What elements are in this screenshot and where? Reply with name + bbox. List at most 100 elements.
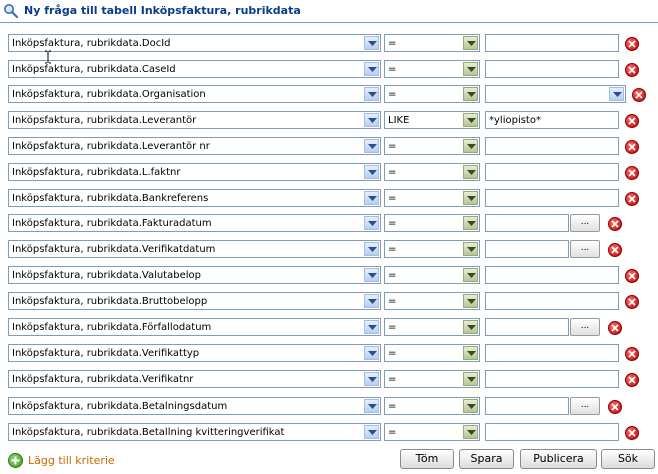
operator-select[interactable]: = [384,137,480,155]
chevron-down-icon[interactable] [463,191,478,205]
chevron-down-icon[interactable] [463,425,478,439]
field-select[interactable]: Inköpsfaktura, rubrikdata.Bankreferens [8,189,381,207]
chevron-down-icon[interactable] [364,399,379,413]
field-select[interactable]: Inköpsfaktura, rubrikdata.Verifikatnr [8,370,381,388]
chevron-down-icon[interactable] [463,62,478,76]
clear-button[interactable]: Töm [400,449,454,469]
publish-button[interactable]: Publicera [520,449,597,469]
operator-select[interactable]: = [384,397,480,415]
chevron-down-icon[interactable] [364,242,379,256]
chevron-down-icon[interactable] [463,399,478,413]
delete-icon[interactable] [625,269,639,283]
chevron-down-icon[interactable] [364,216,379,230]
date-picker-button[interactable]: ... [570,240,600,258]
operator-select[interactable]: = [384,318,480,336]
value-input[interactable] [485,34,619,52]
chevron-down-icon[interactable] [463,113,478,127]
save-button[interactable]: Spara [459,449,514,469]
field-select[interactable]: Inköpsfaktura, rubrikdata.Leverantör nr [8,137,381,155]
value-input[interactable]: *yliopisto* [485,111,619,129]
value-input[interactable] [485,292,619,310]
chevron-down-icon[interactable] [364,36,379,50]
delete-icon[interactable] [625,192,639,206]
add-criteria-label[interactable]: Lägg till kriterie [28,454,115,467]
field-select[interactable]: Inköpsfaktura, rubrikdata.L.faktnr [8,163,381,181]
chevron-down-icon[interactable] [364,372,379,386]
value-input[interactable] [485,60,619,78]
chevron-down-icon[interactable] [364,87,379,101]
date-picker-button[interactable]: ... [570,214,600,232]
value-input[interactable] [485,189,619,207]
add-icon[interactable] [8,453,23,468]
chevron-down-icon[interactable] [364,191,379,205]
delete-icon[interactable] [625,114,639,128]
chevron-down-icon[interactable] [463,320,478,334]
value-input[interactable] [485,344,619,362]
field-select[interactable]: Inköpsfaktura, rubrikdata.Betalningsdatu… [8,397,381,415]
chevron-down-icon[interactable] [364,320,379,334]
delete-icon[interactable] [608,400,622,414]
field-select[interactable]: Inköpsfaktura, rubrikdata.Verifikattyp [8,344,381,362]
delete-icon[interactable] [625,140,639,154]
operator-select[interactable]: = [384,266,480,284]
chevron-down-icon[interactable] [463,268,478,282]
chevron-down-icon[interactable] [364,294,379,308]
date-input[interactable] [485,240,569,258]
date-picker-button[interactable]: ... [570,318,600,336]
search-button[interactable]: Sök [601,449,655,469]
value-input[interactable] [485,266,619,284]
chevron-down-icon[interactable] [463,165,478,179]
value-input[interactable] [485,163,619,181]
delete-icon[interactable] [625,37,639,51]
chevron-down-icon[interactable] [364,139,379,153]
delete-icon[interactable] [632,88,646,102]
operator-select[interactable]: = [384,370,480,388]
field-select[interactable]: Inköpsfaktura, rubrikdata.Förfallodatum [8,318,381,336]
field-select[interactable]: Inköpsfaktura, rubrikdata.DocId [8,34,381,52]
operator-select[interactable]: = [384,60,480,78]
field-select[interactable]: Inköpsfaktura, rubrikdata.Organisation [8,85,381,103]
chevron-down-icon[interactable] [463,87,478,101]
date-input[interactable] [485,318,569,336]
field-select[interactable]: Inköpsfaktura, rubrikdata.Verifikatdatum [8,240,381,258]
chevron-down-icon[interactable] [463,139,478,153]
chevron-down-icon[interactable] [463,242,478,256]
operator-select[interactable]: = [384,240,480,258]
delete-icon[interactable] [625,373,639,387]
delete-icon[interactable] [608,243,622,257]
chevron-down-icon[interactable] [463,36,478,50]
operator-select[interactable]: = [384,214,480,232]
value-input[interactable] [485,423,619,441]
operator-select[interactable]: = [384,85,480,103]
date-input[interactable] [485,214,569,232]
chevron-down-icon[interactable] [364,268,379,282]
value-select[interactable] [485,85,626,103]
field-select[interactable]: Inköpsfaktura, rubrikdata.Leverantör [8,111,381,129]
field-select[interactable]: Inköpsfaktura, rubrikdata.Fakturadatum [8,214,381,232]
delete-icon[interactable] [608,321,622,335]
chevron-down-icon[interactable] [364,346,379,360]
chevron-down-icon[interactable] [364,113,379,127]
operator-select[interactable]: = [384,163,480,181]
field-select[interactable]: Inköpsfaktura, rubrikdata.Bruttobelopp [8,292,381,310]
chevron-down-icon[interactable] [609,87,624,101]
operator-select[interactable]: = [384,292,480,310]
chevron-down-icon[interactable] [364,425,379,439]
field-select[interactable]: Inköpsfaktura, rubrikdata.Betallning kvi… [8,423,381,441]
delete-icon[interactable] [608,217,622,231]
date-input[interactable] [485,397,569,415]
delete-icon[interactable] [625,426,639,440]
chevron-down-icon[interactable] [364,165,379,179]
operator-select[interactable]: = [384,34,480,52]
chevron-down-icon[interactable] [463,346,478,360]
date-picker-button[interactable]: ... [570,397,600,415]
operator-select[interactable]: = [384,344,480,362]
field-select[interactable]: Inköpsfaktura, rubrikdata.CaseId [8,60,381,78]
delete-icon[interactable] [625,166,639,180]
chevron-down-icon[interactable] [463,372,478,386]
delete-icon[interactable] [625,63,639,77]
chevron-down-icon[interactable] [463,216,478,230]
value-input[interactable] [485,137,619,155]
operator-select[interactable]: LIKE [384,111,480,129]
operator-select[interactable]: = [384,189,480,207]
